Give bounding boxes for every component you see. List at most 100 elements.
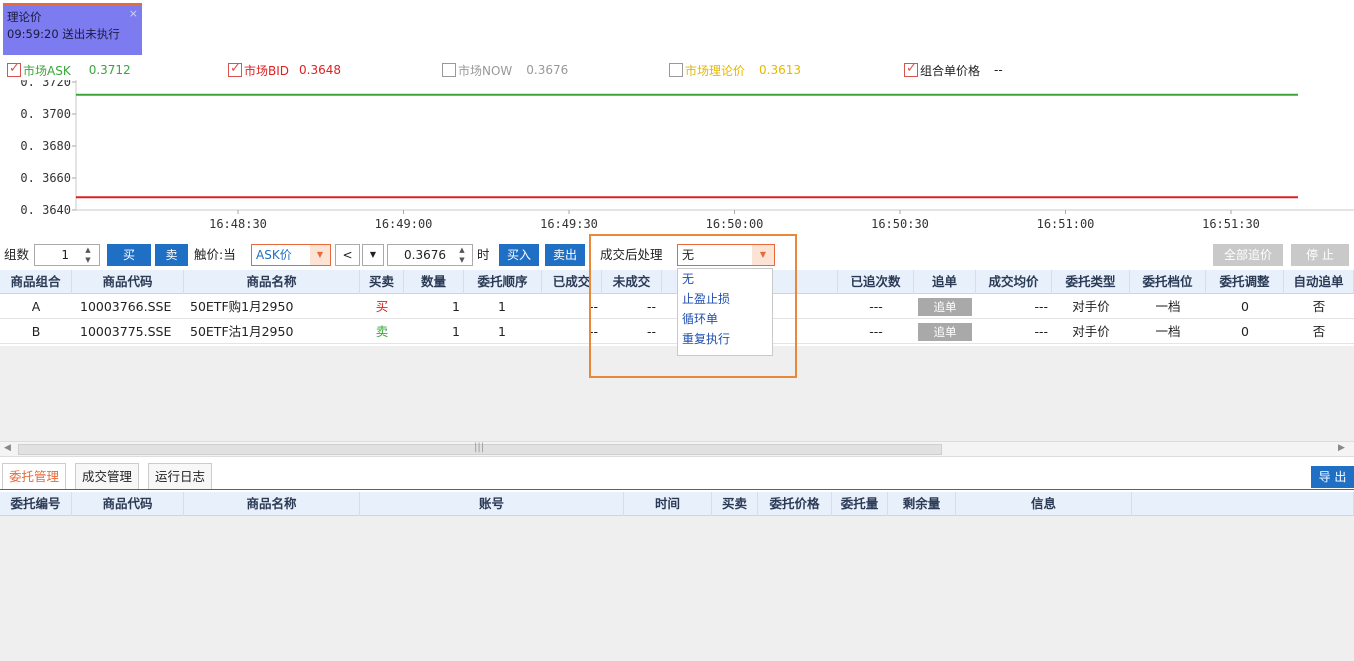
cell-qty: 1: [452, 299, 460, 314]
legend-value: 0.3648: [299, 63, 342, 77]
group-count-label: 组数: [4, 247, 30, 262]
buy-button[interactable]: 买: [107, 244, 151, 266]
cell-name: 50ETF沽1月2950: [190, 324, 294, 339]
legend-label: 市场NOW: [458, 63, 513, 78]
notification-popup: × 理论价 09:59:20 送出未执行: [3, 3, 142, 55]
scroll-left-icon[interactable]: ◀: [4, 443, 11, 453]
checkbox-ask[interactable]: [7, 61, 21, 77]
cell-adjust: 0: [1241, 299, 1249, 314]
cell-code: 10003766.SSE: [80, 299, 172, 314]
column-header[interactable]: 时间: [624, 492, 712, 516]
horizontal-scrollbar[interactable]: ◀ ||| ▶: [0, 441, 1354, 457]
stop-button[interactable]: 停 止: [1291, 244, 1349, 266]
legend-label: 市场理论价: [685, 63, 746, 78]
cell-chased: ---: [869, 324, 883, 339]
x-tick-label: 16:49:00: [375, 217, 433, 231]
cell-name: 50ETF购1月2950: [190, 299, 294, 314]
cell-type: 对手价: [1072, 299, 1110, 314]
trigger-label: 触价:当: [194, 247, 236, 262]
checkbox-now[interactable]: [442, 63, 456, 77]
column-header[interactable]: 成交均价: [976, 270, 1052, 294]
tab-log[interactable]: 运行日志: [148, 463, 213, 489]
y-tick-label: 0. 3680: [20, 139, 71, 153]
sell-button[interactable]: 卖: [155, 244, 188, 266]
x-tick-label: 16:50:30: [871, 217, 929, 231]
compare-select[interactable]: <: [335, 244, 360, 266]
dropdown-option[interactable]: 重复执行: [678, 329, 772, 349]
column-header[interactable]: 商品代码: [72, 492, 184, 516]
legend-bid[interactable]: 市场BID 0.3648: [228, 61, 342, 78]
checkbox-bid[interactable]: [228, 61, 242, 77]
column-header[interactable]: 委托类型: [1052, 270, 1130, 294]
cell-qty: 1: [452, 324, 460, 339]
column-header[interactable]: [1132, 492, 1354, 516]
cell-type: 对手价: [1072, 324, 1110, 339]
y-tick-label: 0. 3700: [20, 107, 71, 121]
column-header[interactable]: 自动追单: [1284, 270, 1354, 294]
cell-avg: ---: [1034, 299, 1048, 314]
column-header[interactable]: 商品组合: [0, 270, 72, 294]
x-tick-label: 16:49:30: [540, 217, 598, 231]
grip-icon: |||: [474, 442, 485, 453]
checkbox-combo[interactable]: [904, 61, 918, 77]
tab-fills[interactable]: 成交管理: [75, 463, 140, 489]
spin-up-down-icon[interactable]: ▲ ▼: [82, 245, 94, 265]
column-header[interactable]: 商品名称: [184, 492, 360, 516]
cell-side: 买: [375, 299, 389, 314]
column-header[interactable]: 商品名称: [184, 270, 360, 294]
notification-message: 09:59:20 送出未执行: [7, 27, 120, 41]
column-header[interactable]: 委托价格: [758, 492, 832, 516]
legend-value: 0.3613: [759, 63, 802, 77]
column-header[interactable]: 委托档位: [1130, 270, 1206, 294]
column-header[interactable]: 买卖: [712, 492, 758, 516]
chevron-down-icon[interactable]: ▼: [362, 244, 384, 266]
sell-out-button[interactable]: 卖出: [545, 244, 585, 266]
legend-theory[interactable]: 市场理论价 0.3613: [669, 62, 801, 78]
chase-button[interactable]: 追单: [918, 323, 972, 341]
cell-order: 1: [498, 299, 506, 314]
y-tick-label: 0. 3640: [20, 203, 71, 217]
column-header[interactable]: 账号: [360, 492, 624, 516]
column-header[interactable]: 买卖: [360, 270, 404, 294]
x-tick-label: 16:50:00: [706, 217, 764, 231]
column-header[interactable]: 剩余量: [888, 492, 956, 516]
chase-button[interactable]: 追单: [918, 298, 972, 316]
column-header[interactable]: 委托量: [832, 492, 888, 516]
cell-combo: B: [31, 324, 41, 339]
y-tick-label: 0. 3720: [20, 80, 71, 89]
cell-auto: 否: [1312, 324, 1326, 339]
cell-level: 一档: [1155, 299, 1181, 314]
buy-in-button[interactable]: 买入: [499, 244, 539, 266]
chase-all-button[interactable]: 全部追价: [1213, 244, 1283, 266]
x-tick-label: 16:51:30: [1202, 217, 1260, 231]
cell-avg: ---: [1034, 324, 1048, 339]
chevron-down-icon[interactable]: ▼: [310, 245, 330, 265]
column-header[interactable]: 委托顺序: [464, 270, 542, 294]
column-header[interactable]: 委托编号: [0, 492, 72, 516]
dropdown-option[interactable]: 止盈止损: [678, 289, 772, 309]
column-header[interactable]: 委托调整: [1206, 270, 1284, 294]
column-header[interactable]: 已追次数: [838, 270, 914, 294]
cell-combo: A: [31, 299, 41, 314]
scroll-right-icon[interactable]: ▶: [1338, 443, 1345, 453]
after-fill-dropdown[interactable]: 无 止盈止损 循环单 重复执行: [677, 268, 773, 356]
legend-combo[interactable]: 组合单价格 --: [904, 61, 1003, 78]
x-tick-label: 16:51:00: [1037, 217, 1095, 231]
legend-label: 市场ASK: [23, 63, 71, 78]
column-header[interactable]: 数量: [404, 270, 464, 294]
dropdown-option[interactable]: 循环单: [678, 309, 772, 329]
column-header[interactable]: 信息: [956, 492, 1132, 516]
export-button[interactable]: 导 出: [1311, 466, 1354, 488]
column-header[interactable]: 商品代码: [72, 270, 184, 294]
dropdown-option[interactable]: 无: [678, 269, 772, 289]
legend-now[interactable]: 市场NOW 0.3676: [442, 62, 568, 78]
spin-up-down-icon[interactable]: ▲ ▼: [456, 245, 468, 265]
checkbox-theory[interactable]: [669, 63, 683, 77]
y-tick-label: 0. 3660: [20, 171, 71, 185]
column-header[interactable]: 追单: [914, 270, 976, 294]
x-tick-label: 16:48:30: [209, 217, 267, 231]
tab-orders[interactable]: 委托管理: [2, 463, 67, 489]
close-icon[interactable]: ×: [129, 5, 138, 22]
price-chart: 0. 3720 0. 3700 0. 3680 0. 3660 0. 3640 16:4…: [20, 80, 1354, 231]
legend-ask[interactable]: 市场ASK 0.3712: [7, 61, 131, 78]
